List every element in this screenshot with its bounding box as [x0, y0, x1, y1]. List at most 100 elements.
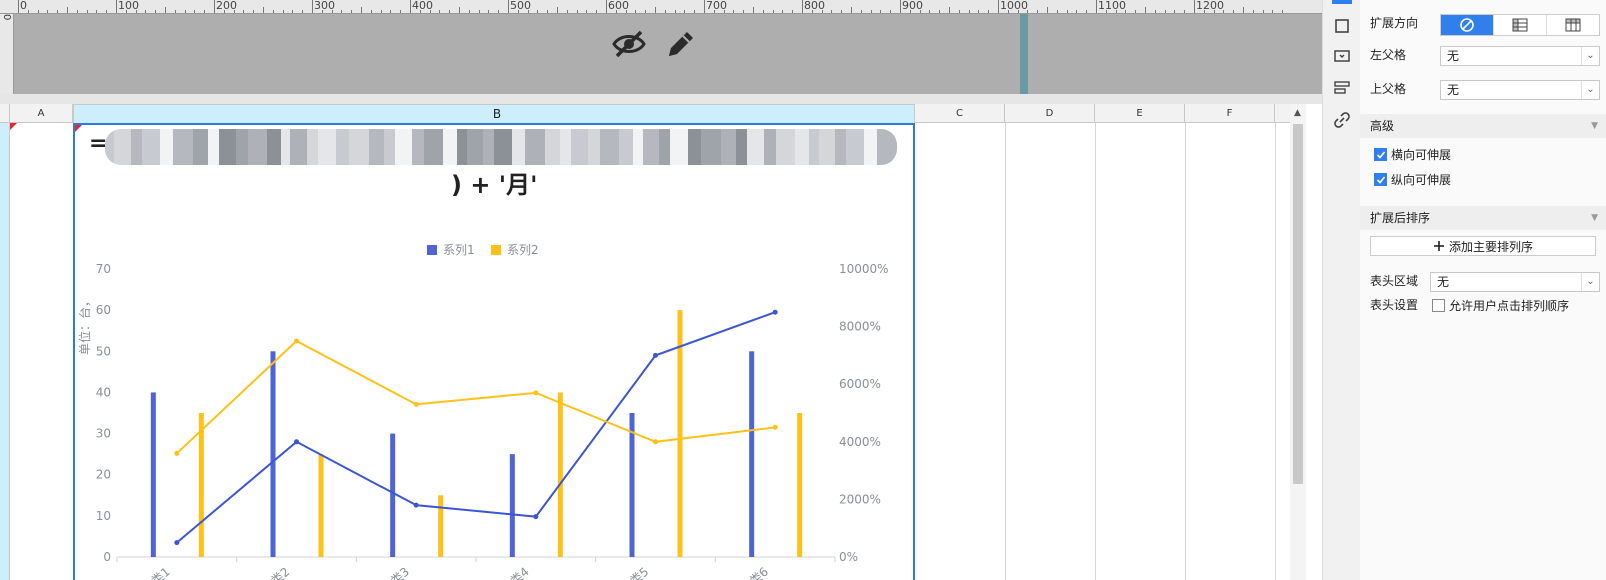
- redaction-block: [306, 129, 318, 165]
- bar-1: [390, 433, 396, 557]
- ruler-minor-tick: [263, 7, 264, 13]
- chevron-down-icon[interactable]: ▼: [1591, 114, 1598, 138]
- eye-off-icon[interactable]: [611, 26, 647, 62]
- column-header-e[interactable]: E: [1095, 104, 1185, 123]
- corner-cell[interactable]: [0, 104, 10, 123]
- ruler-minor-tick: [831, 10, 833, 13]
- redaction-block: [570, 129, 588, 165]
- ruler-minor-tick: [1262, 10, 1264, 13]
- ruler-label: 1000: [1000, 0, 1028, 12]
- left-parent-value: 无: [1447, 49, 1460, 63]
- sort-section-header[interactable]: 扩展后排序 ▼: [1360, 206, 1606, 230]
- redaction-block: [687, 129, 702, 165]
- y-tick-label: 20: [96, 468, 111, 482]
- chevron-down-icon[interactable]: ▼: [1591, 206, 1598, 230]
- bar-1: [270, 351, 276, 557]
- ruler-minor-tick: [537, 10, 539, 13]
- redaction-block: [114, 129, 131, 165]
- line-series-1: [176, 311, 776, 544]
- ruler-minor-tick: [1252, 10, 1254, 13]
- expand-horizontal-option[interactable]: [1494, 15, 1547, 35]
- expand-vertical-option[interactable]: [1547, 15, 1599, 35]
- ruler-minor-tick: [135, 10, 137, 13]
- link-icon[interactable]: [1332, 110, 1352, 130]
- h-expand-checkbox[interactable]: 横向可伸展: [1374, 146, 1451, 163]
- redaction-block: [701, 129, 722, 165]
- band-separator: [0, 94, 1322, 104]
- line-point: [533, 390, 539, 396]
- column-header-c[interactable]: C: [915, 104, 1005, 123]
- pencil-icon[interactable]: [663, 26, 697, 62]
- cell-b1-selected[interactable]: = ) + '月' 系列1 系列2 0 10 20 30 40 50 60 70 0% 2000% 40…: [73, 123, 915, 580]
- column-header-a[interactable]: A: [10, 104, 73, 123]
- dropdown-widget-icon[interactable]: [1332, 46, 1352, 66]
- ruler-minor-tick: [811, 10, 813, 13]
- ruler-minor-tick: [988, 10, 990, 13]
- cell-icon[interactable]: [1332, 0, 1352, 4]
- ruler-minor-tick: [694, 10, 696, 13]
- x-tick-label: 分类4: [499, 565, 532, 580]
- advanced-section-header[interactable]: 高级 ▼: [1360, 114, 1606, 138]
- ruler-minor-tick: [321, 10, 323, 13]
- ruler-minor-tick: [1154, 10, 1156, 13]
- ruler-minor-tick: [841, 10, 843, 13]
- ruler-minor-tick: [498, 10, 500, 13]
- ruler-minor-tick: [282, 10, 284, 13]
- v-expand-checkbox[interactable]: 纵向可伸展: [1374, 171, 1451, 188]
- ruler-major-tick: [1096, 0, 1097, 13]
- redaction-block: [235, 129, 248, 165]
- grid-line: [1185, 123, 1186, 580]
- column-header-d[interactable]: D: [1005, 104, 1095, 123]
- ruler-minor-tick: [449, 10, 451, 13]
- frame-icon[interactable]: [1332, 16, 1352, 36]
- scroll-up-icon[interactable]: ▲: [1294, 108, 1301, 118]
- add-sort-button[interactable]: 添加主要排列序: [1370, 236, 1596, 256]
- scrollbar-thumb[interactable]: [1293, 124, 1303, 484]
- ruler-minor-tick: [586, 10, 588, 13]
- ruler-minor-tick: [459, 7, 460, 13]
- redaction-block: [466, 129, 483, 165]
- left-parent-select[interactable]: 无 ⌄: [1440, 46, 1600, 66]
- data-column-icon[interactable]: [1332, 78, 1352, 98]
- line-point: [772, 424, 778, 430]
- ruler-label: 1100: [1098, 0, 1126, 12]
- vertical-scrollbar[interactable]: ▲: [1290, 104, 1306, 580]
- ruler-minor-tick: [1145, 7, 1146, 13]
- cell-a-marker: [10, 123, 17, 130]
- ruler-minor-tick: [96, 10, 98, 13]
- band-boundary-marker[interactable]: [1020, 14, 1028, 94]
- chart[interactable]: 系列1 系列2 0 10 20 30 40 50 60 70 0% 2000% 4000% 6000% 80…: [75, 205, 913, 580]
- chevron-down-icon[interactable]: ⌄: [1581, 81, 1599, 99]
- chevron-down-icon[interactable]: ⌄: [1581, 47, 1599, 65]
- ruler-minor-tick: [47, 10, 49, 13]
- ruler-minor-tick: [860, 10, 862, 13]
- redaction-block: [369, 129, 385, 165]
- allow-sort-checkbox[interactable]: 允许用户点击排列顺序: [1432, 297, 1569, 314]
- column-header-f[interactable]: F: [1185, 104, 1275, 123]
- grid-line: [1095, 123, 1096, 580]
- redaction-block: [193, 129, 209, 165]
- x-tick-label: 分类1: [140, 565, 173, 580]
- checkmark-icon[interactable]: [1374, 148, 1387, 161]
- header-area-select[interactable]: 无 ⌄: [1430, 272, 1600, 292]
- expand-vertical-icon: [1565, 18, 1581, 32]
- checkbox-box[interactable]: [1432, 299, 1445, 312]
- y-tick-label: 30: [96, 427, 111, 441]
- ruler-minor-tick: [439, 10, 441, 13]
- bar-1: [509, 454, 515, 557]
- redaction-block: [834, 129, 846, 165]
- bar-1: [749, 351, 755, 557]
- redaction-block: [587, 129, 600, 165]
- redaction-block: [493, 129, 512, 165]
- redaction-block: [809, 129, 819, 165]
- checkmark-icon[interactable]: [1374, 173, 1387, 186]
- top-parent-select[interactable]: 无 ⌄: [1440, 80, 1600, 100]
- chevron-down-icon[interactable]: ⌄: [1581, 273, 1599, 291]
- spreadsheet-grid[interactable]: A B C D E F = ) + '月' 系列1 系列2 0 10 20 30 40 50 6…: [0, 104, 1306, 580]
- ruler-minor-tick: [792, 10, 794, 13]
- no-expand-option[interactable]: [1441, 15, 1494, 35]
- redaction-block: [669, 129, 688, 165]
- ruler-major-tick: [508, 0, 509, 13]
- row-header-strip[interactable]: [0, 123, 10, 580]
- column-header-b[interactable]: B: [73, 104, 915, 124]
